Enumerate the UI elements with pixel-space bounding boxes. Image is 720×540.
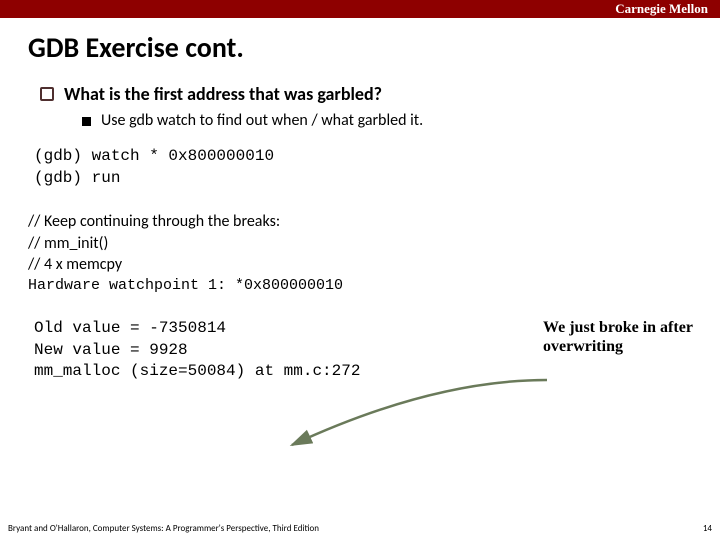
comment-block: // Keep continuing through the breaks: /… bbox=[28, 211, 720, 296]
footer: Bryant and O'Hallaron, Computer Systems:… bbox=[8, 523, 712, 534]
footer-citation: Bryant and O'Hallaron, Computer Systems:… bbox=[8, 523, 319, 534]
brand-label: Carnegie Mellon bbox=[615, 0, 708, 18]
callout-note: We just broke in after overwriting bbox=[543, 318, 698, 356]
output-line: Old value = -7350814 bbox=[34, 319, 226, 337]
bullet-level-1: What is the first address that was garbl… bbox=[40, 83, 720, 105]
output-line: mm_malloc (size=50084) at mm.c:272 bbox=[34, 362, 360, 380]
bullet-mark-icon bbox=[40, 87, 54, 101]
comment-line: // Keep continuing through the breaks: bbox=[28, 211, 720, 233]
page-number: 14 bbox=[703, 523, 712, 534]
page-title: GDB Exercise cont. bbox=[28, 30, 720, 65]
output-line: New value = 9928 bbox=[34, 341, 188, 359]
bullet-square-icon bbox=[82, 117, 91, 126]
bullet-text: What is the first address that was garbl… bbox=[64, 83, 382, 105]
arrow-icon bbox=[272, 375, 562, 465]
code-line: (gdb) watch * 0x800000010 bbox=[34, 147, 274, 165]
gdb-commands-block: (gdb) watch * 0x800000010 (gdb) run bbox=[34, 146, 720, 189]
bullet-level-2: Use gdb watch to find out when / what ga… bbox=[82, 111, 720, 130]
bullet-text: Use gdb watch to find out when / what ga… bbox=[101, 111, 423, 130]
code-line: (gdb) run bbox=[34, 169, 120, 187]
watchpoint-output: Hardware watchpoint 1: *0x800000010 bbox=[28, 276, 720, 296]
comment-line: // mm_init() bbox=[28, 233, 720, 255]
header-stripe: Carnegie Mellon bbox=[0, 0, 720, 18]
comment-line: // 4 x memcpy bbox=[28, 254, 720, 276]
